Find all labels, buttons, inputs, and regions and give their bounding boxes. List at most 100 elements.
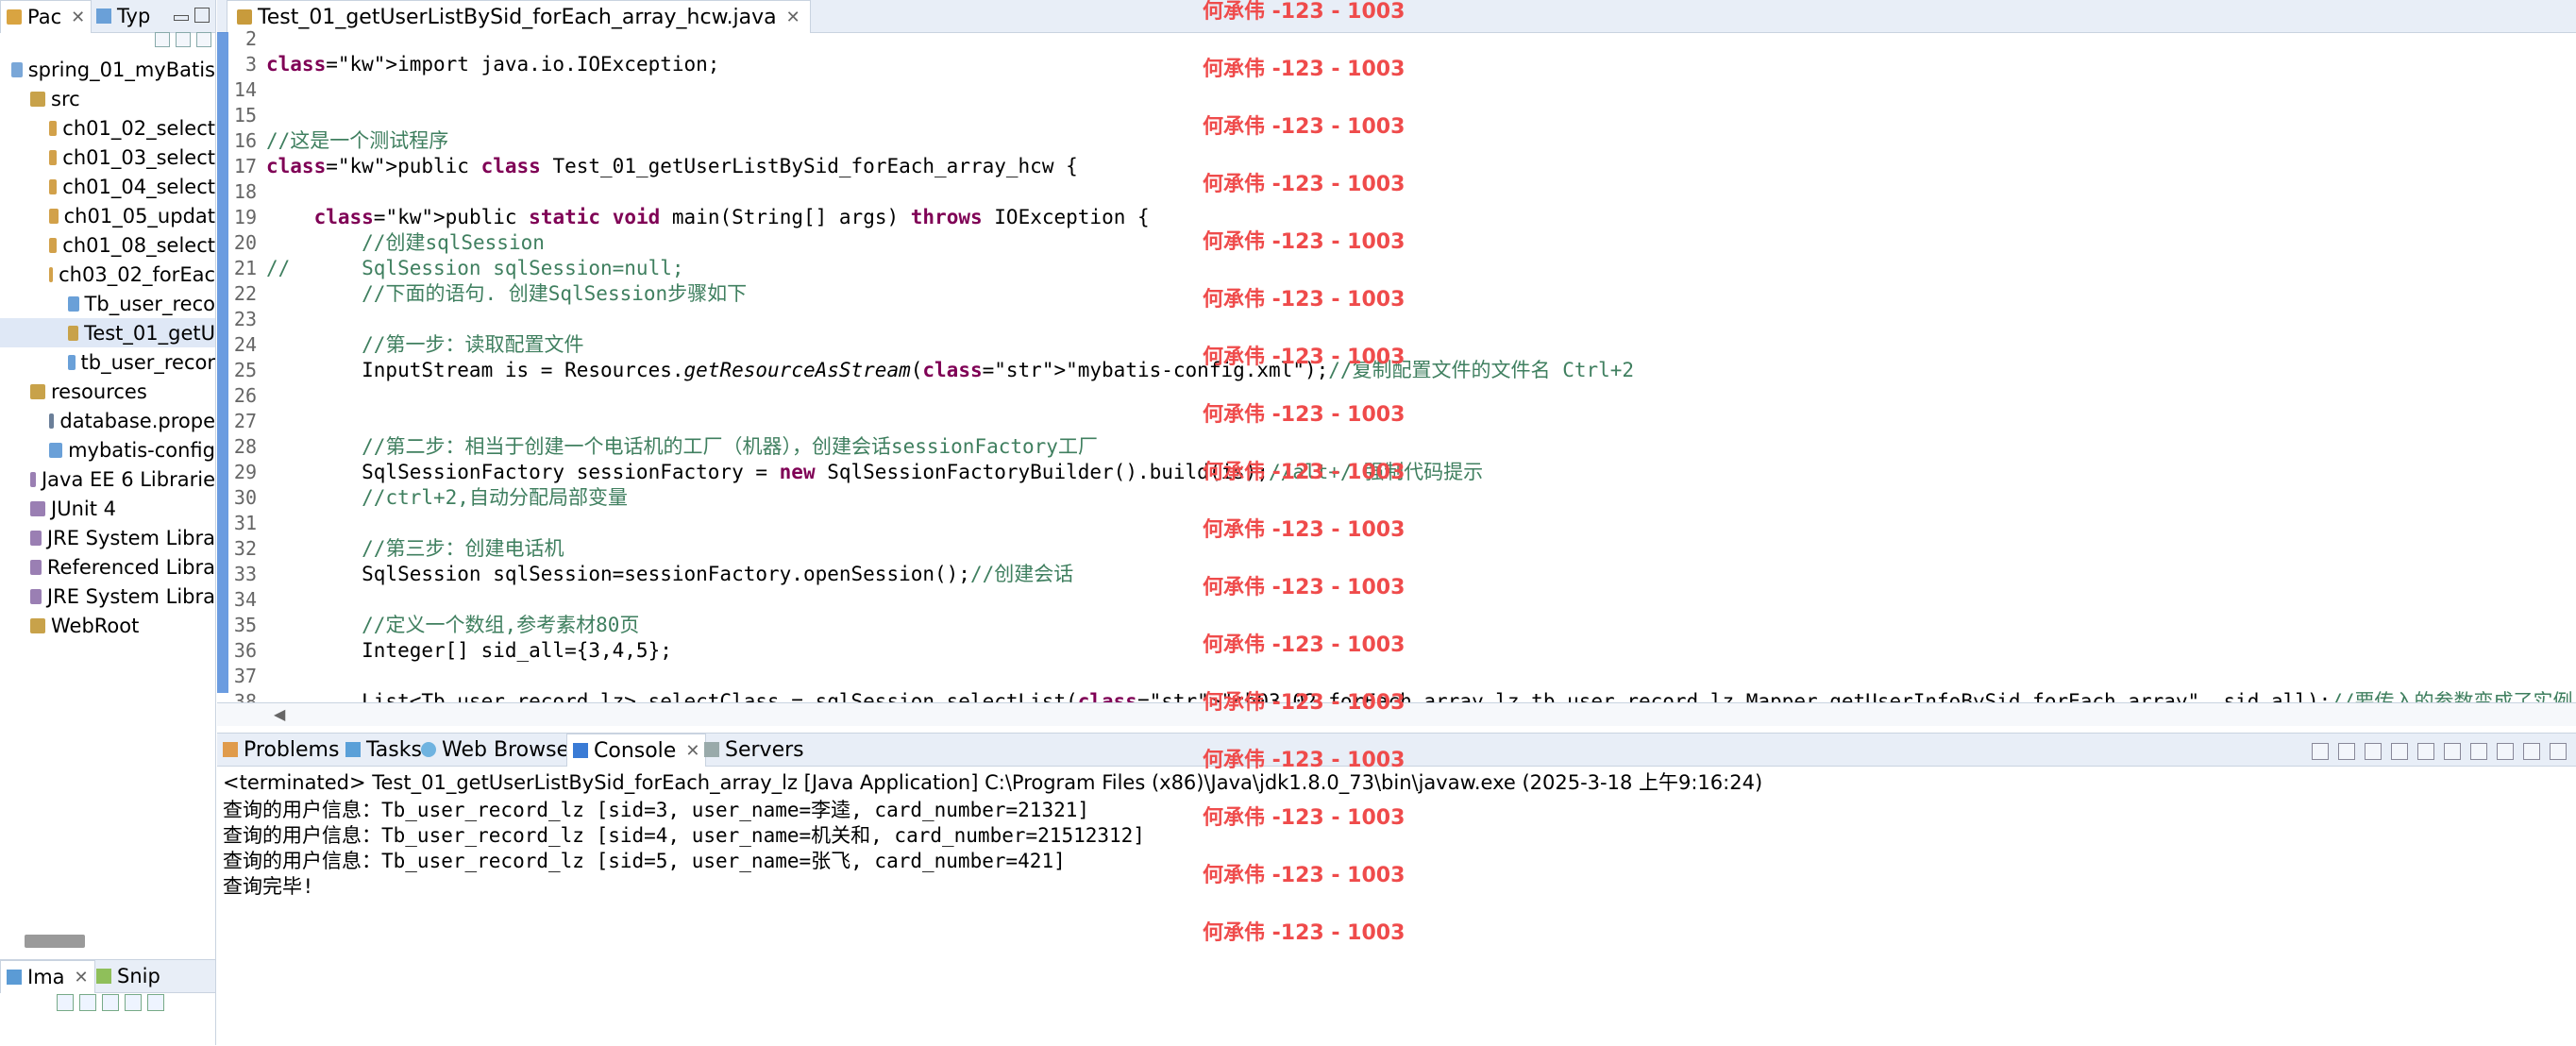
close-icon[interactable]: ✕ <box>786 8 800 27</box>
display-console-icon[interactable] <box>2470 743 2487 760</box>
link-with-editor-icon[interactable] <box>176 32 191 47</box>
code-line[interactable] <box>266 179 2576 205</box>
code-line[interactable]: //第一步：读取配置文件 <box>266 332 2576 358</box>
code-line[interactable]: //下面的语句. 创建SqlSession步骤如下 <box>266 281 2576 307</box>
tree-item-icon <box>49 178 58 194</box>
code-line[interactable]: class="kw">import java.io.IOException; <box>266 52 2576 77</box>
minimize-icon[interactable] <box>174 15 189 21</box>
zoom-out-icon[interactable] <box>79 994 96 1011</box>
watermark-text: 何承伟 -123 - 1003 <box>1203 230 1406 254</box>
close-icon[interactable]: ✕ <box>75 968 89 987</box>
tree-item-label: tb_user_recor <box>80 350 216 374</box>
remove-launch-icon[interactable] <box>2338 743 2355 760</box>
code-line[interactable] <box>266 383 2576 409</box>
tree-item[interactable]: Test_01_getU <box>0 318 215 347</box>
tree-item[interactable]: ch01_08_select <box>0 230 215 260</box>
remove-all-icon[interactable] <box>2365 743 2382 760</box>
view-menu-icon[interactable] <box>196 32 211 47</box>
tab-package-explorer[interactable]: Pac ✕ <box>0 0 93 33</box>
tab-problems[interactable]: Problems <box>217 734 345 766</box>
code-line[interactable] <box>266 77 2576 103</box>
code-line[interactable] <box>266 307 2576 332</box>
tab-console[interactable]: Console ✕ <box>566 734 707 767</box>
code-line[interactable]: //第二步：相当于创建一个电话机的工厂（机器），创建会话sessionFacto… <box>266 434 2576 460</box>
tree-item[interactable]: resources <box>0 377 215 406</box>
code-line[interactable]: SqlSession sqlSession=sessionFactory.ope… <box>266 562 2576 587</box>
tree-item[interactable]: Java EE 6 Librarie <box>0 464 215 494</box>
tab-servers[interactable]: Servers <box>699 734 810 766</box>
horizontal-scrollbar-thumb[interactable] <box>25 935 85 948</box>
code-line[interactable]: //定义一个数组,参考素材80页 <box>266 613 2576 638</box>
line-number: 17 <box>233 155 257 177</box>
code-line[interactable]: class="kw">public class Test_01_getUserL… <box>266 154 2576 179</box>
settings-icon[interactable] <box>147 994 164 1011</box>
terminate-icon[interactable] <box>2312 743 2329 760</box>
tree-item[interactable]: ch01_03_select <box>0 143 215 172</box>
scroll-left-icon[interactable]: ◀ <box>274 705 285 723</box>
zoom-fit-icon[interactable] <box>102 994 119 1011</box>
zoom-in-icon[interactable] <box>57 994 74 1011</box>
code-line[interactable] <box>266 664 2576 689</box>
tree-item-icon <box>68 295 79 312</box>
console-output[interactable]: 查询的用户信息：Tb_user_record_lz [sid=3, user_n… <box>223 798 1145 900</box>
collapse-all-icon[interactable] <box>155 32 170 47</box>
code-line[interactable]: //ctrl+2,自动分配局部变量 <box>266 485 2576 511</box>
code-line[interactable]: SqlSessionFactory sessionFactory = new S… <box>266 460 2576 485</box>
line-number: 33 <box>233 563 257 585</box>
tree-item[interactable]: JUnit 4 <box>0 494 215 523</box>
minimize-icon[interactable] <box>2523 743 2540 760</box>
java-file-icon <box>237 9 252 25</box>
code-area[interactable]: class="kw">import java.io.IOException; //… <box>266 26 2576 715</box>
tree-item[interactable]: ch01_05_updat <box>0 201 215 230</box>
tab-image[interactable]: Ima ✕ <box>0 960 95 993</box>
tree-item[interactable]: JRE System Libra <box>0 523 215 552</box>
code-line[interactable]: class="kw">public static void main(Strin… <box>266 205 2576 230</box>
line-number: 15 <box>233 104 257 127</box>
code-line[interactable]: //第三步：创建电话机 <box>266 536 2576 562</box>
tab-snippets[interactable]: Snip <box>91 960 166 992</box>
tree-item[interactable]: Referenced Libra <box>0 552 215 582</box>
tree-item-label: ch01_03_select <box>62 145 215 169</box>
tree-item[interactable]: database.prope <box>0 406 215 435</box>
code-line[interactable] <box>266 409 2576 434</box>
console-panel: Problems Tasks Web Browser Console ✕ Ser… <box>217 733 2576 1046</box>
maximize-icon[interactable] <box>194 8 210 23</box>
maximize-icon[interactable] <box>2550 743 2567 760</box>
tab-web-browser[interactable]: Web Browser <box>415 734 583 766</box>
tree-item[interactable]: spring_01_myBatis <box>0 55 215 84</box>
tree-item[interactable]: src <box>0 84 215 113</box>
tab-tasks[interactable]: Tasks <box>340 734 428 766</box>
tree-item[interactable]: JRE System Libra <box>0 582 215 611</box>
tree-item[interactable]: ch01_04_select <box>0 172 215 201</box>
code-line[interactable] <box>266 511 2576 536</box>
tree-item[interactable]: ch03_02_forEac <box>0 260 215 289</box>
code-line[interactable]: //这是一个测试程序 <box>266 128 2576 154</box>
code-line[interactable] <box>266 587 2576 613</box>
pin-console-icon[interactable] <box>2444 743 2461 760</box>
code-line[interactable] <box>266 26 2576 52</box>
line-number: 23 <box>233 308 257 330</box>
tree-item[interactable]: mybatis-config <box>0 435 215 464</box>
tree-item[interactable]: ch01_02_select <box>0 113 215 143</box>
clear-console-icon[interactable] <box>2391 743 2408 760</box>
code-line[interactable]: Integer[] sid_all={3,4,5}; <box>266 638 2576 664</box>
code-line[interactable]: // SqlSession sqlSession=null; <box>266 256 2576 281</box>
refresh-icon[interactable] <box>125 994 142 1011</box>
close-icon[interactable]: ✕ <box>71 8 85 27</box>
tree-item[interactable]: WebRoot <box>0 611 215 640</box>
tree-item[interactable]: Tb_user_reco <box>0 289 215 318</box>
line-number: 27 <box>233 410 257 432</box>
tree-item-label: Java EE 6 Librarie <box>41 467 215 491</box>
tree-item-icon <box>11 61 23 77</box>
code-line[interactable]: InputStream is = Resources.getResourceAs… <box>266 358 2576 383</box>
tab-type-hierarchy[interactable]: Typ <box>91 0 156 32</box>
line-number: 19 <box>233 206 257 228</box>
code-line[interactable]: //创建sqlSession <box>266 230 2576 256</box>
watermark-text: 何承伟 -123 - 1003 <box>1203 518 1406 542</box>
code-line[interactable] <box>266 103 2576 128</box>
open-console-icon[interactable] <box>2497 743 2514 760</box>
image-icon <box>7 970 22 985</box>
scroll-lock-icon[interactable] <box>2417 743 2434 760</box>
tree-item[interactable]: tb_user_recor <box>0 347 215 377</box>
tab-label: Typ <box>117 5 151 27</box>
